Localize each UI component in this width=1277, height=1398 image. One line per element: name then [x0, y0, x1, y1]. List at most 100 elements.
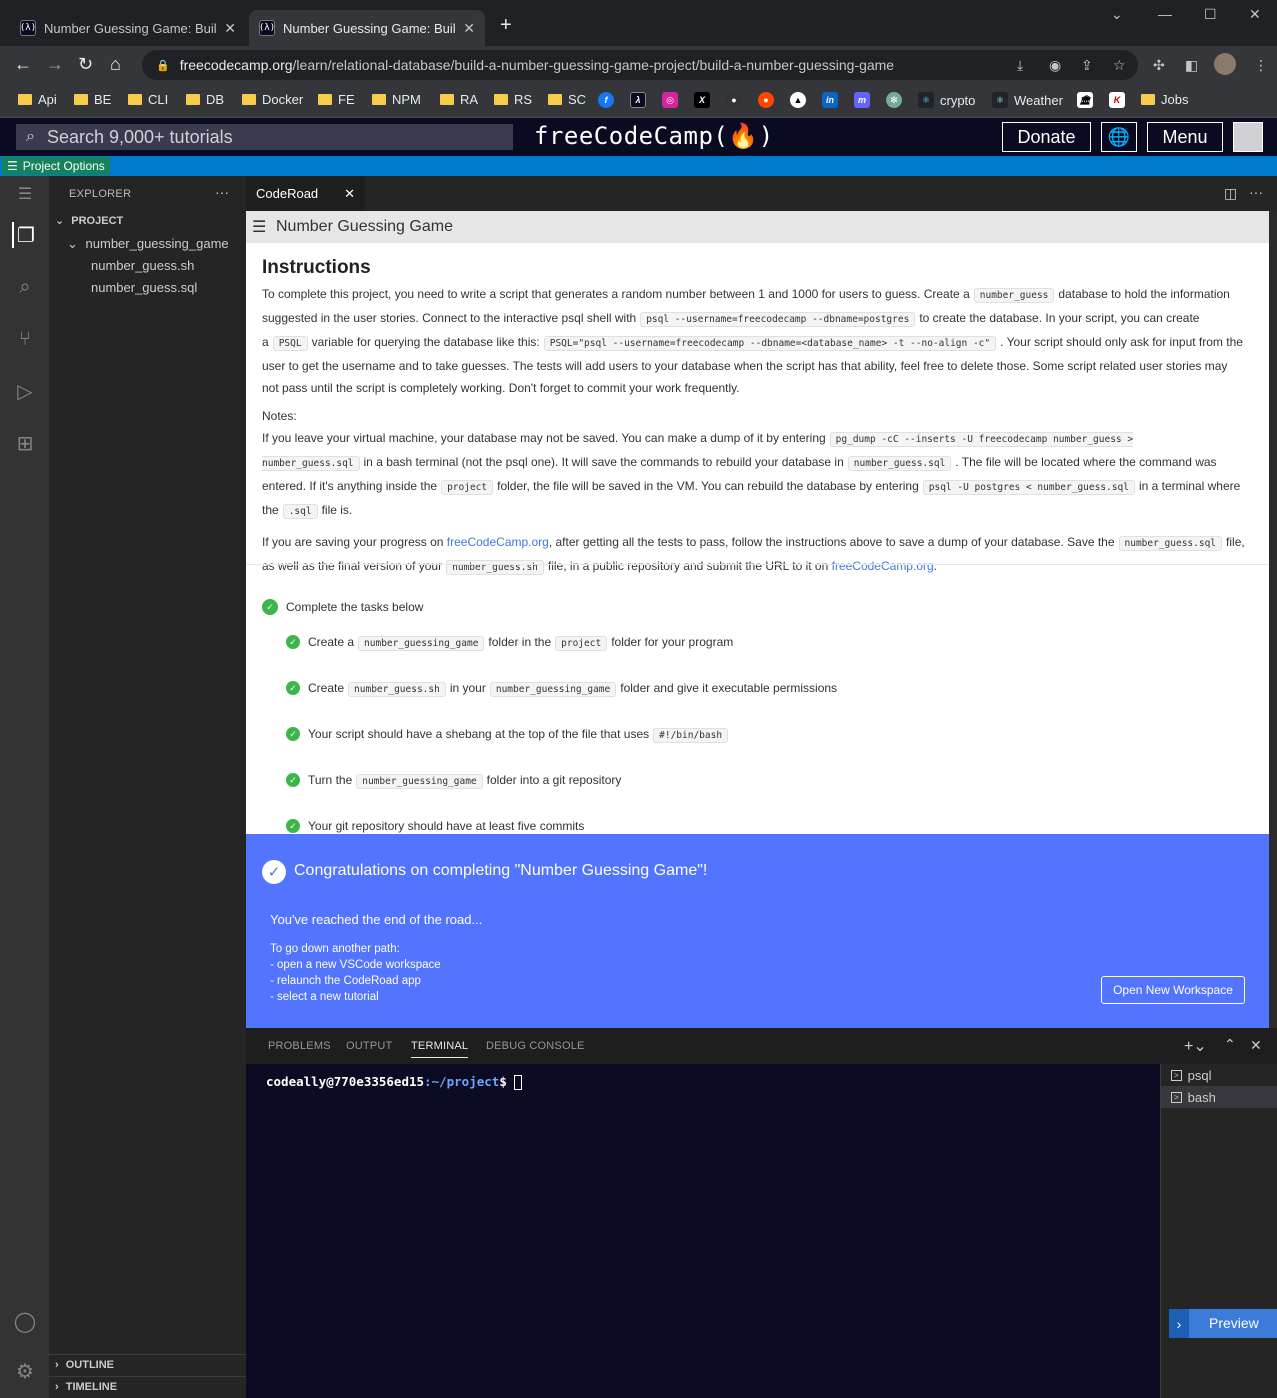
fcc-navbar: ⌕ Search 9,000+ tutorials freeCodeCamp(🔥…	[0, 118, 1277, 156]
bookmark-sc[interactable]: SC	[548, 92, 586, 107]
close-window-icon[interactable]: ✕	[1249, 6, 1261, 23]
project-section[interactable]: ⌄ PROJECT	[55, 214, 123, 227]
bookmark-api[interactable]: Api	[18, 92, 57, 107]
mastodon-bookmark-icon[interactable]: m	[854, 92, 870, 108]
bookmark-db[interactable]: DB	[186, 92, 224, 107]
forward-icon[interactable]: →	[46, 55, 64, 73]
maximize-icon[interactable]: ☐	[1204, 6, 1217, 23]
fcc-logo[interactable]: freeCodeCamp(🔥)	[534, 122, 774, 150]
eye-icon[interactable]: ◉	[1049, 57, 1061, 74]
x-bookmark-icon[interactable]: X	[694, 92, 710, 108]
close-icon[interactable]: ✕	[344, 186, 355, 202]
split-editor-icon[interactable]: ◫	[1224, 185, 1237, 202]
tab-terminal[interactable]: TERMINAL	[411, 1040, 469, 1058]
browser-tab-2[interactable]: (λ) Number Guessing Game: Build a ✕	[249, 10, 485, 46]
side-panel-icon[interactable]: ◧	[1185, 57, 1198, 74]
browser-tab-1[interactable]: (λ) Number Guessing Game: Build a ✕	[10, 10, 246, 46]
chevron-right-icon: ›	[55, 1359, 59, 1371]
close-panel-icon[interactable]: ✕	[1250, 1037, 1262, 1054]
home-icon[interactable]: ⌂	[110, 55, 121, 73]
timeline-section[interactable]: › TIMELINE	[49, 1376, 246, 1398]
close-tab-icon[interactable]: ✕	[463, 20, 475, 37]
user-avatar[interactable]	[1233, 122, 1263, 152]
file-number-guess-sh[interactable]: number_guess.sh	[91, 258, 194, 273]
more-actions-icon[interactable]: ···	[1249, 184, 1263, 200]
bookmark-crypto[interactable]: ⚛ crypto	[918, 92, 975, 108]
account-icon[interactable]: ◯	[12, 1308, 38, 1334]
instagram-bookmark-icon[interactable]: ◎	[662, 92, 678, 108]
chatgpt-bookmark-icon[interactable]: ✻	[886, 92, 902, 108]
bookmark-weather[interactable]: ⚛ Weather	[992, 92, 1063, 108]
bookmark-be[interactable]: BE	[74, 92, 111, 107]
github-bookmark-icon[interactable]: ●	[726, 92, 742, 108]
new-terminal-icon[interactable]: +⌄	[1184, 1036, 1207, 1056]
tab-search-icon[interactable]: ⌄	[1111, 6, 1123, 23]
bookmark-rs[interactable]: RS	[494, 92, 532, 107]
install-icon[interactable]: ⤓	[1017, 57, 1023, 74]
bookmark-jobs[interactable]: Jobs	[1141, 92, 1188, 107]
bookmark-npm[interactable]: NPM	[372, 92, 421, 107]
bookmark-fe[interactable]: FE	[318, 92, 355, 107]
fcc-link[interactable]: freeCodeCamp.org	[447, 535, 549, 549]
profile-avatar[interactable]	[1214, 53, 1236, 75]
more-actions-icon[interactable]: ···	[215, 184, 229, 200]
bookmark-docker[interactable]: Docker	[242, 92, 303, 107]
bookmark-ra[interactable]: RA	[440, 92, 478, 107]
browser-tab-strip: (λ) Number Guessing Game: Build a ✕ (λ) …	[0, 0, 1277, 46]
reload-icon[interactable]: ↻	[78, 55, 93, 73]
reddit-bookmark-icon[interactable]: ●	[758, 92, 774, 108]
url-input[interactable]: 🔒 freecodecamp.org/learn/relational-data…	[142, 50, 1138, 80]
maximize-panel-icon[interactable]: ⌃	[1224, 1036, 1236, 1053]
extensions-icon[interactable]: ⊞	[12, 430, 38, 456]
chevron-right-icon: ›	[1169, 1309, 1189, 1338]
fcc-link[interactable]: freeCodeCamp.org	[832, 559, 934, 573]
tab-problems[interactable]: PROBLEMS	[268, 1040, 331, 1052]
freecodecamp-bookmark-icon[interactable]: λ	[630, 92, 646, 108]
outline-section[interactable]: › OUTLINE	[49, 1354, 246, 1376]
language-globe-icon[interactable]: 🌐	[1101, 122, 1137, 152]
vercel-bookmark-icon[interactable]: ▲	[790, 92, 806, 108]
open-new-workspace-button[interactable]: Open New Workspace	[1101, 976, 1245, 1004]
collapse-menu-icon[interactable]: ☰	[252, 217, 266, 237]
linkedin-bookmark-icon[interactable]: in	[822, 92, 838, 108]
terminal[interactable]: codeally@770e3356ed15:~/project$	[246, 1064, 1160, 1398]
kaggle-bookmark-icon[interactable]: K	[1109, 92, 1125, 108]
tab-coderoad[interactable]: CodeRoad ✕	[246, 176, 365, 211]
extensions-icon[interactable]: ✣	[1153, 57, 1165, 74]
terminal-icon: >	[1171, 1091, 1182, 1103]
explorer-files-icon[interactable]: ❐	[12, 222, 38, 248]
settings-gear-icon[interactable]: ⚙	[12, 1358, 38, 1384]
facebook-bookmark-icon[interactable]: f	[598, 92, 614, 108]
menu-icon[interactable]: ☰	[12, 181, 38, 207]
preview-button[interactable]: › Preview	[1169, 1309, 1277, 1338]
congrats-title: Congratulations on completing "Number Gu…	[294, 862, 708, 879]
folder-icon	[186, 94, 200, 105]
terminal-item-psql[interactable]: > psql	[1161, 1064, 1277, 1086]
search-input[interactable]: ⌕ Search 9,000+ tutorials	[16, 124, 513, 150]
menu-button[interactable]: Menu	[1147, 122, 1223, 152]
donate-button[interactable]: Donate	[1002, 122, 1091, 152]
tab-output[interactable]: OUTPUT	[346, 1040, 392, 1052]
search-icon[interactable]: ⌕	[12, 274, 38, 300]
tab-debug-console[interactable]: DEBUG CONSOLE	[486, 1040, 585, 1052]
chrome-menu-icon[interactable]: ⋮	[1254, 57, 1268, 74]
file-number-guess-sql[interactable]: number_guess.sql	[91, 280, 197, 295]
browser-tab-title: Number Guessing Game: Build a	[44, 20, 217, 36]
terminal-item-bash[interactable]: > bash	[1161, 1086, 1277, 1108]
new-tab-icon[interactable]: +	[500, 14, 512, 37]
folder-icon	[318, 94, 332, 105]
editor-scrollbar[interactable]	[1269, 211, 1277, 1028]
notes-label: Notes:	[262, 409, 297, 423]
star-icon[interactable]: ☆	[1113, 57, 1126, 74]
bookmark-cli[interactable]: CLI	[128, 92, 168, 107]
run-debug-icon[interactable]: ▷	[12, 378, 38, 404]
minimize-icon[interactable]: —	[1158, 6, 1172, 22]
source-control-icon[interactable]: ⑂	[12, 326, 38, 352]
share-icon[interactable]: ⇪	[1081, 57, 1093, 74]
project-options-button[interactable]: ☰ Project Options	[2, 157, 110, 175]
check-circle-icon: ✓	[262, 599, 278, 615]
back-icon[interactable]: ←	[14, 55, 32, 73]
bank-bookmark-icon[interactable]: 🏛	[1077, 92, 1093, 108]
folder-number-guessing-game[interactable]: ⌄ number_guessing_game	[67, 236, 229, 252]
close-tab-icon[interactable]: ✕	[224, 20, 236, 37]
